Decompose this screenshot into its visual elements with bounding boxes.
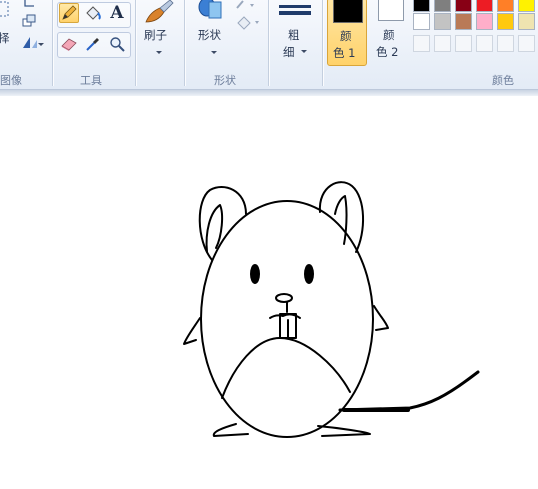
outline-icon[interactable] [234, 0, 260, 10]
text-tool[interactable]: A [107, 3, 127, 23]
shapes-icon [198, 0, 222, 19]
belly [221, 337, 351, 399]
image-group-label: 图像 [0, 74, 22, 87]
color-picker-tool[interactable] [83, 34, 103, 54]
shapes-button[interactable]: 形状 [190, 0, 232, 62]
text-a-icon: A [110, 3, 124, 23]
color1-swatch [333, 0, 363, 23]
tools-group-label: 工具 [80, 74, 102, 87]
size-dropdown-arrow [301, 50, 307, 53]
mouse-drawing [183, 181, 480, 438]
palette-empty-slot[interactable] [413, 35, 430, 52]
palette-empty-slot[interactable] [434, 35, 451, 52]
shapes-label: 形状 [198, 28, 221, 42]
palette-swatch[interactable] [476, 0, 493, 12]
right-inner-ear [334, 195, 348, 245]
separator [268, 0, 269, 86]
pencil-tool[interactable] [59, 3, 79, 23]
size-button[interactable]: 粗 细 [274, 0, 318, 62]
palette-swatch[interactable] [413, 0, 430, 12]
separator [184, 0, 185, 86]
ribbon: 择 图像 A 工具 刷子 形状 形状 粗 细 颜 色 1 颜 色 2 颜色 [0, 0, 538, 90]
right-ear [318, 181, 365, 253]
color1-button[interactable]: 颜 色 1 [327, 0, 367, 66]
nose [275, 293, 293, 303]
mouse-body [200, 200, 374, 438]
color1-label-line1: 颜 [340, 29, 352, 43]
separator [322, 0, 323, 86]
eraser-icon [61, 38, 77, 51]
colors-group-label: 颜色 [492, 74, 514, 87]
crop-icon[interactable] [22, 0, 36, 10]
palette-swatch[interactable] [476, 13, 493, 30]
right-eye [304, 264, 314, 284]
size-label-line1: 粗 [288, 28, 300, 42]
color2-label-line1: 颜 [383, 28, 395, 42]
palette-swatch[interactable] [518, 13, 535, 30]
separator [135, 0, 136, 86]
brushes-label: 刷子 [144, 28, 167, 42]
right-arm [373, 305, 389, 331]
drawing-canvas[interactable] [0, 96, 538, 489]
left-foot [212, 423, 249, 437]
size-line-icon [279, 5, 311, 15]
brushes-button[interactable]: 刷子 [138, 0, 178, 62]
pencil-icon [62, 5, 77, 20]
palette-empty-slot[interactable] [518, 35, 535, 52]
select-label[interactable]: 择 [0, 30, 10, 46]
rotate-dropdown-arrow[interactable] [38, 43, 44, 46]
palette-empty-slot[interactable] [497, 35, 514, 52]
brush-icon [145, 0, 174, 23]
magnifier-icon [110, 37, 125, 52]
palette-swatch[interactable] [455, 0, 472, 12]
left-arm [183, 317, 201, 345]
resize-icon[interactable] [22, 14, 38, 28]
palette-swatch[interactable] [497, 13, 514, 30]
magnifier-tool[interactable] [107, 34, 127, 54]
shapes-group-label: 形状 [214, 74, 236, 87]
palette-swatch[interactable] [413, 13, 430, 30]
palette-empty-slot[interactable] [476, 35, 493, 52]
palette-swatch[interactable] [455, 13, 472, 30]
color2-button[interactable]: 颜 色 2 [372, 0, 410, 66]
paint-bucket-icon [86, 6, 101, 20]
right-foot [317, 425, 371, 437]
left-eye [250, 264, 260, 284]
palette-swatch[interactable] [497, 0, 514, 12]
color2-swatch [378, 0, 404, 21]
palette-swatch[interactable] [434, 0, 451, 12]
fill-tool[interactable] [83, 3, 103, 23]
shapes-dropdown-arrow [211, 51, 217, 54]
palette-empty-slot[interactable] [455, 35, 472, 52]
eyedropper-icon [86, 38, 99, 51]
color1-label-line2: 色 1 [333, 46, 356, 60]
eraser-tool[interactable] [59, 34, 79, 54]
brushes-dropdown-arrow [156, 51, 162, 54]
palette-swatch[interactable] [518, 0, 535, 12]
shape-fill-icon[interactable] [234, 12, 262, 32]
color2-label-line2: 色 2 [376, 45, 399, 59]
palette-swatch[interactable] [434, 13, 451, 30]
separator [52, 0, 53, 86]
select-button-partial[interactable] [0, 0, 12, 20]
size-label-line2: 细 [283, 45, 295, 59]
